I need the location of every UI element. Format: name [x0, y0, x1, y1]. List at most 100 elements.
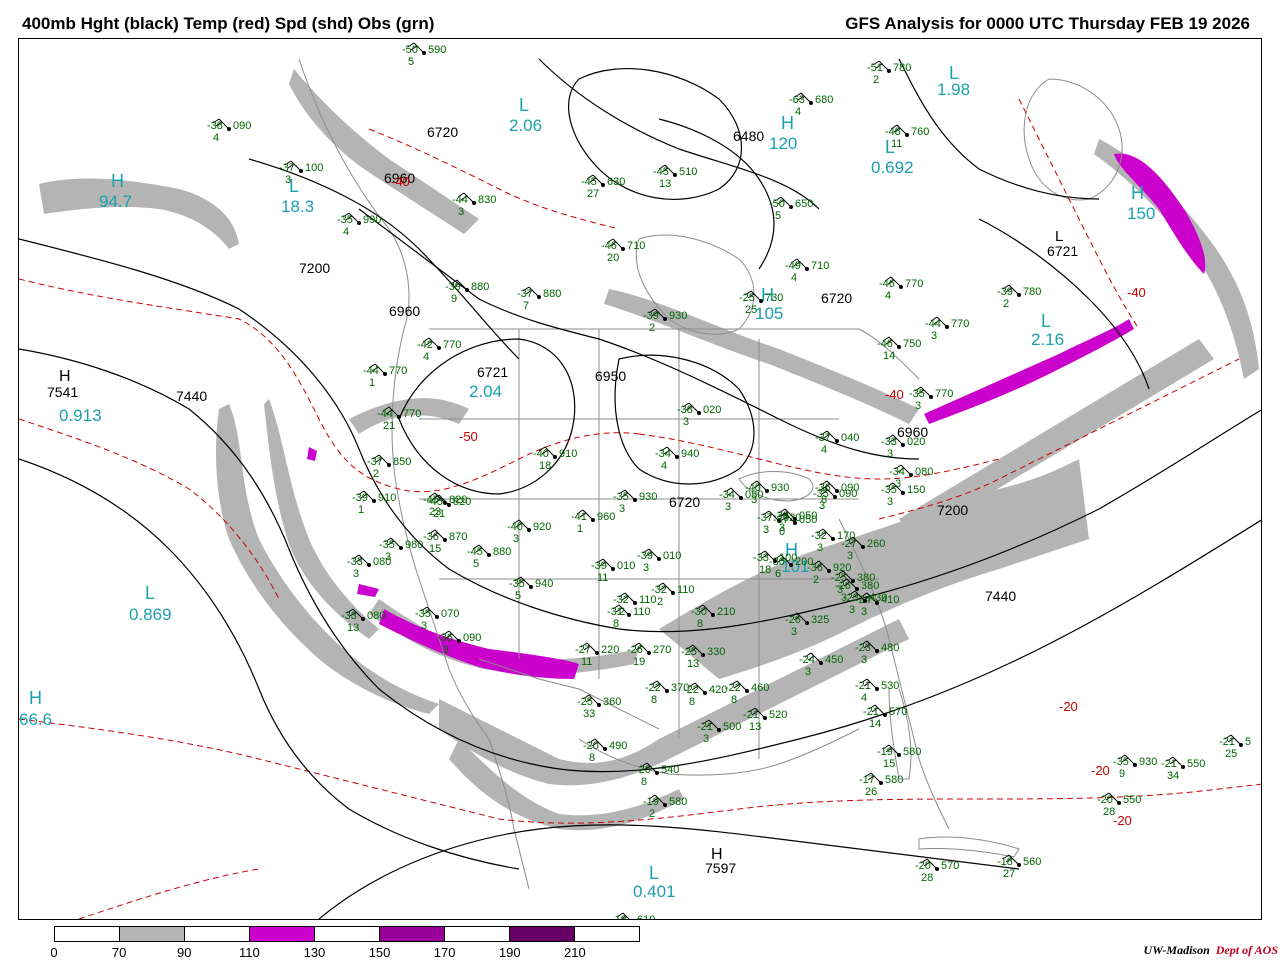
credit-org: UW-Madison — [1143, 943, 1210, 957]
station-dewpoint-depression: 5 — [473, 558, 479, 570]
temp-label: -50 — [459, 429, 478, 444]
station-height: 580 — [903, 746, 921, 758]
station-dewpoint-depression: 2 — [373, 468, 379, 480]
station-height: 220 — [601, 644, 619, 656]
legend-swatch — [445, 927, 510, 941]
station-dewpoint-depression: 3 — [421, 620, 427, 632]
credit-dept: Dept of AOS — [1215, 943, 1278, 957]
station-dewpoint-depression: 2 — [813, 574, 819, 586]
observation-station: -45 510 13 — [653, 164, 697, 190]
station-dewpoint-depression: 28 — [921, 872, 933, 884]
station-height: 530 — [881, 680, 899, 692]
station-temperature: -20 — [635, 764, 651, 776]
svg-text:2.04: 2.04 — [469, 382, 502, 401]
legend-label: 170 — [433, 945, 456, 960]
station-temperature: -44 — [925, 318, 941, 330]
height-label: 6720 — [427, 124, 458, 140]
station-dewpoint-depression: 4 — [861, 692, 867, 704]
station-temperature: -25 — [739, 292, 755, 304]
station-height: 680 — [815, 94, 833, 106]
station-temperature: -39 — [445, 281, 461, 293]
station-temperature: -22 — [725, 682, 741, 694]
station-dewpoint-depression: 19 — [633, 656, 645, 668]
station-temperature: -37 — [279, 162, 295, 174]
observation-station: -21 570 14 — [863, 704, 907, 730]
temp-label: -20 — [1091, 763, 1110, 778]
observation-station: -37 850 2 — [367, 454, 411, 480]
svg-text:1.98: 1.98 — [937, 80, 970, 99]
station-dewpoint-depression: 2 — [1003, 298, 1009, 310]
station-temperature: -50 — [402, 44, 418, 56]
station-height: 090 — [233, 120, 251, 132]
center-l-216: L2.16 — [1031, 311, 1064, 349]
station-temperature: -36 — [437, 632, 453, 644]
jet-max-small — [307, 447, 317, 461]
station-height: 780 — [893, 62, 911, 74]
center-l-198: L1.98 — [937, 63, 970, 99]
observation-station: -40 930 3 — [745, 480, 789, 506]
observation-station: -31 1108 — [607, 604, 651, 630]
station-temperature: -35 — [909, 388, 925, 400]
station-height: 260 — [867, 538, 885, 550]
station-height: 630 — [607, 176, 625, 188]
map-frame: 6720 6960 7200 7440 6480 6720 6960 7200 … — [18, 38, 1262, 920]
station-temperature: -33 — [753, 552, 769, 564]
legend-label: 90 — [176, 945, 192, 960]
station-dewpoint-depression: 27 — [587, 188, 599, 200]
observation-station: -37 880 7 — [517, 286, 561, 312]
station-temperature: -51 — [867, 62, 883, 74]
station-dewpoint-depression: 3 — [703, 733, 709, 745]
station-height: 830 — [478, 194, 496, 206]
station-dewpoint-depression: 1 — [369, 377, 375, 389]
observation-station: -41 960 1 — [571, 509, 615, 535]
legend-swatch — [55, 927, 120, 941]
station-height: 100 — [779, 552, 797, 564]
station-height: 540 — [661, 764, 679, 776]
station-temperature: -48 — [885, 126, 901, 138]
station-dewpoint-depression: 3 — [887, 496, 893, 508]
observation-station: -51 780 2 — [867, 60, 911, 86]
station-temperature: -35 — [1113, 756, 1129, 768]
station-temperature: -45 — [423, 494, 439, 506]
svg-text:120: 120 — [769, 134, 797, 153]
station-temperature: -39 — [643, 310, 659, 322]
station-height: 880 — [493, 546, 511, 558]
center-h-666: H 66.6 — [19, 688, 52, 729]
station-temperature: -46 — [601, 240, 617, 252]
station-dewpoint-depression: 4 — [343, 226, 349, 238]
station-dewpoint-depression: 3 — [683, 416, 689, 428]
station-temperature: -34 — [655, 448, 671, 460]
observation-station: -49 710 4 — [785, 258, 829, 284]
center-l-0869: L 0.869 — [129, 583, 172, 624]
svg-text:2.06: 2.06 — [509, 116, 542, 135]
station-dewpoint-depression: 11 — [891, 138, 902, 150]
chart-title-left: 400mb Hght (black) Temp (red) Spd (shd) … — [22, 14, 435, 33]
center-h-120: H120 — [769, 113, 797, 153]
observation-station: -35 930 9 — [1113, 754, 1157, 780]
observation-station: -21 530 4 — [855, 678, 899, 704]
station-height: 020 — [703, 404, 721, 416]
station-dewpoint-depression: 33 — [583, 708, 595, 720]
station-temperature: -46 — [879, 278, 895, 290]
station-height: 980 — [405, 539, 423, 551]
station-height: 090 — [839, 488, 857, 500]
station-height: 940 — [681, 448, 699, 460]
station-dewpoint-depression: 18 — [759, 564, 771, 576]
station-temperature: -63 — [789, 94, 805, 106]
svg-text:18.3: 18.3 — [281, 197, 314, 216]
svg-text:H: H — [781, 113, 794, 133]
station-dewpoint-depression: 25 — [1225, 748, 1237, 760]
station-height: 760 — [911, 126, 929, 138]
station-height: 170 — [837, 530, 855, 542]
station-temperature: -23 — [843, 592, 859, 604]
station-temperature: -21 — [743, 709, 759, 721]
station-height: 930 — [639, 491, 657, 503]
station-height: 650 — [795, 198, 813, 210]
svg-text:2.16: 2.16 — [1031, 330, 1064, 349]
station-height: 750 — [903, 338, 921, 350]
center-l-206: L2.06 — [509, 95, 542, 135]
station-dewpoint-depression: 3 — [751, 494, 757, 506]
station-height: 770 — [951, 318, 969, 330]
station-temperature: -35 — [415, 608, 431, 620]
station-temperature: -19 — [877, 746, 893, 758]
